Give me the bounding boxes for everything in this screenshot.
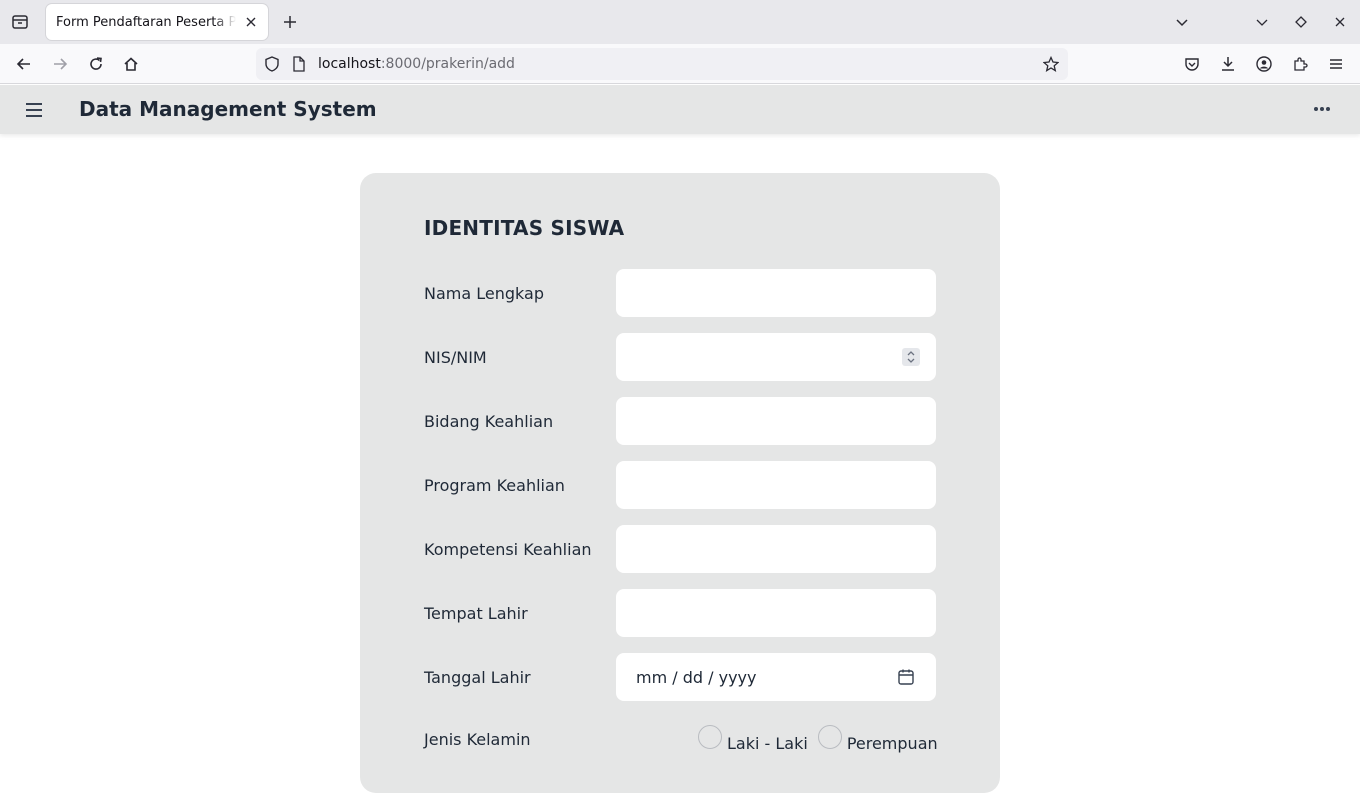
tanggal-lahir-label: Tanggal Lahir [424, 668, 531, 687]
url-host: localhost [318, 56, 381, 72]
downloads-icon[interactable] [1216, 52, 1240, 76]
pocket-icon[interactable] [1180, 52, 1204, 76]
nis-input[interactable] [616, 333, 936, 381]
reload-icon[interactable] [84, 52, 108, 76]
back-icon[interactable] [12, 52, 36, 76]
number-spinner-icon[interactable] [902, 348, 920, 366]
app-header: Data Management System [0, 85, 1360, 134]
radio-perempuan-label[interactable]: Perempuan [847, 734, 938, 753]
calendar-icon[interactable] [896, 667, 916, 687]
account-icon[interactable] [1252, 52, 1276, 76]
page-icon[interactable] [291, 56, 307, 72]
extensions-icon[interactable] [1288, 52, 1312, 76]
forward-icon[interactable] [48, 52, 72, 76]
jenis-kelamin-label: Jenis Kelamin [424, 730, 531, 749]
radio-laki-laki-label[interactable]: Laki - Laki [727, 734, 808, 753]
radio-perempuan[interactable] [817, 725, 842, 749]
browser-nav-bar: localhost:8000/prakerin/add [0, 44, 1360, 84]
maximize-icon[interactable] [1289, 10, 1313, 34]
nis-label: NIS/NIM [424, 348, 487, 367]
app-menu-icon[interactable] [1324, 52, 1348, 76]
url-bar[interactable]: localhost:8000/prakerin/add [256, 48, 1068, 80]
browser-tab[interactable]: Form Pendaftaran Peserta Prakerin [46, 4, 268, 40]
tempat-lahir-input[interactable] [616, 589, 936, 637]
tab-list-icon[interactable] [8, 10, 32, 34]
jenis-kelamin-radio-group: Laki - Laki Perempuan [698, 725, 950, 753]
new-tab-icon[interactable] [278, 10, 302, 34]
url-text[interactable]: localhost:8000/prakerin/add [318, 56, 515, 72]
minimize-icon[interactable] [1250, 10, 1274, 34]
kompetensi-keahlian-input[interactable] [616, 525, 936, 573]
section-title: IDENTITAS SISWA [424, 216, 625, 240]
app-title: Data Management System [79, 97, 377, 121]
bidang-keahlian-label: Bidang Keahlian [424, 412, 554, 431]
more-options-icon[interactable] [1298, 89, 1346, 129]
list-all-tabs-icon[interactable] [1170, 10, 1194, 34]
home-icon[interactable] [119, 52, 143, 76]
bidang-keahlian-input[interactable] [616, 397, 936, 445]
registration-form-card: IDENTITAS SISWA Nama Lengkap NIS/NIM Bid… [360, 173, 1000, 793]
menu-icon[interactable] [22, 98, 46, 122]
close-tab-icon[interactable] [242, 13, 260, 31]
radio-laki-laki[interactable] [698, 725, 722, 749]
nama-lengkap-input[interactable] [616, 269, 936, 317]
bookmark-star-icon[interactable] [1043, 56, 1059, 72]
program-keahlian-input[interactable] [616, 461, 936, 509]
date-placeholder: mm / dd / yyyy [636, 668, 757, 687]
program-keahlian-label: Program Keahlian [424, 476, 565, 495]
tanggal-lahir-input[interactable]: mm / dd / yyyy [616, 653, 936, 701]
browser-tab-bar: Form Pendaftaran Peserta Prakerin [0, 0, 1360, 44]
nama-lengkap-label: Nama Lengkap [424, 284, 544, 303]
shield-icon[interactable] [264, 56, 280, 72]
tempat-lahir-label: Tempat Lahir [424, 604, 528, 623]
url-path: :8000/prakerin/add [380, 56, 515, 72]
close-window-icon[interactable] [1328, 10, 1352, 34]
kompetensi-keahlian-label: Kompetensi Keahlian [424, 540, 592, 559]
tab-title: Form Pendaftaran Peserta Prakerin [56, 14, 236, 30]
